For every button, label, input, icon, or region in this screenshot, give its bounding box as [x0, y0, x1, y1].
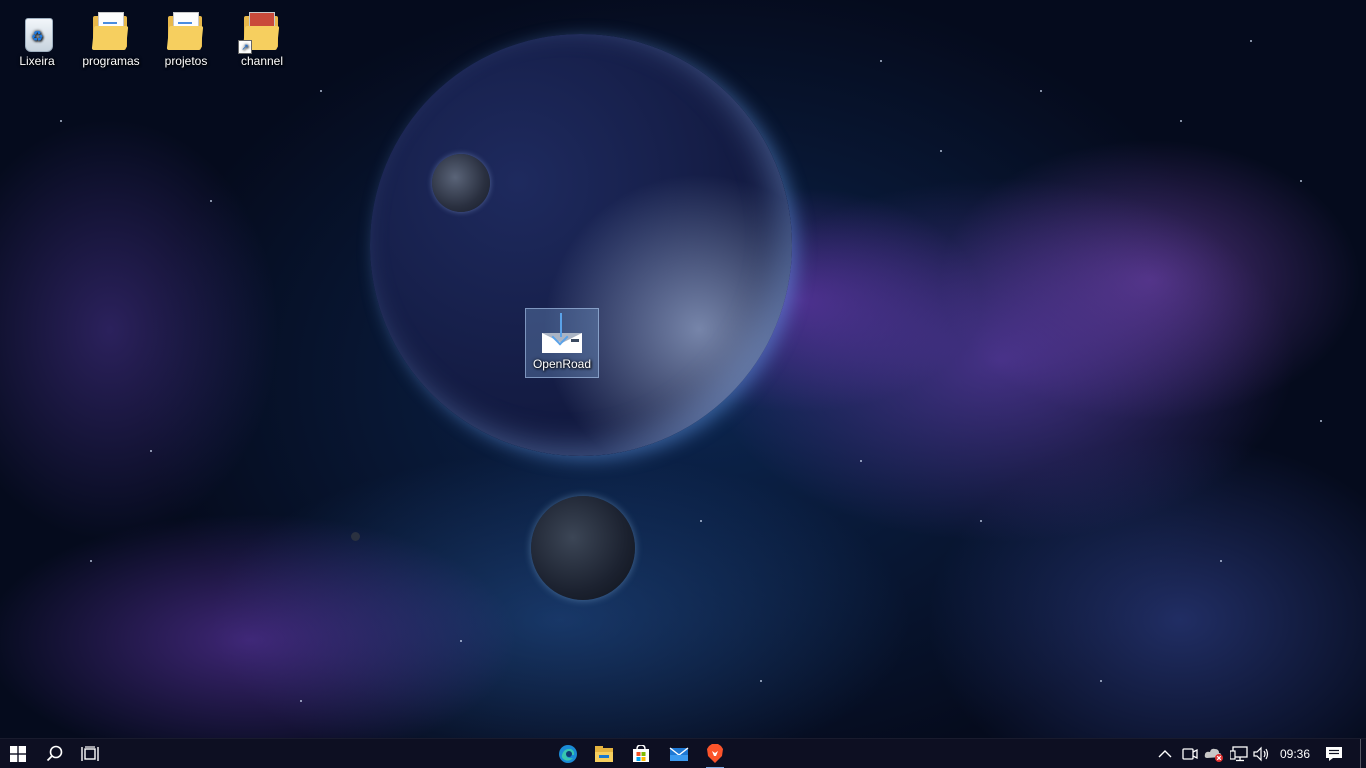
show-hidden-icons-button[interactable] — [1153, 739, 1177, 768]
shortcut-arrow-icon: ↗ — [238, 40, 252, 54]
moon-small — [432, 154, 490, 212]
edge-icon — [559, 745, 577, 763]
download-envelope-icon — [539, 313, 585, 357]
start-button[interactable] — [0, 739, 36, 768]
desktop-icon-programas[interactable]: programas — [75, 4, 147, 74]
speaker-icon — [1253, 746, 1269, 762]
network-icon — [1230, 746, 1248, 762]
search-button[interactable] — [38, 739, 72, 768]
chevron-up-icon — [1158, 750, 1172, 758]
tray-clock[interactable]: 09:36 — [1274, 739, 1316, 768]
clock-time: 09:36 — [1279, 747, 1311, 761]
camera-icon — [1182, 748, 1198, 760]
brave-browser-icon — [707, 744, 723, 763]
search-icon — [46, 745, 63, 762]
file-explorer-icon — [595, 746, 613, 762]
tray-volume[interactable] — [1251, 739, 1273, 768]
moon-medium — [531, 496, 635, 600]
tray-meet-now[interactable] — [1178, 739, 1202, 768]
desktop-icon-openroad[interactable]: OpenRoad — [525, 308, 599, 378]
show-desktop-button[interactable] — [1360, 739, 1361, 768]
taskbar-app-brave[interactable] — [698, 739, 732, 768]
planet-large — [370, 34, 792, 456]
folder-shortcut-icon: ↗ — [238, 10, 282, 54]
action-center-button[interactable] — [1318, 739, 1350, 768]
desktop-icon-channel[interactable]: ↗ channel — [226, 4, 298, 74]
taskbar: 09:36 — [0, 738, 1366, 768]
desktop-icon-label: Lixeira — [19, 54, 55, 68]
taskbar-app-mail[interactable] — [660, 739, 698, 768]
taskbar-app-edge[interactable] — [550, 739, 586, 768]
recycle-bin-icon: ♻ — [17, 10, 57, 52]
desktop-icon-label: programas — [82, 54, 140, 68]
notifications-icon — [1326, 747, 1342, 761]
desktop-icon-label: projetos — [164, 54, 208, 68]
taskbar-app-store[interactable] — [622, 739, 660, 768]
task-view-icon — [81, 746, 99, 761]
moon-tiny — [351, 532, 360, 541]
folder-icon — [166, 10, 206, 52]
desktop-icon-label: OpenRoad — [532, 357, 592, 371]
task-view-button[interactable] — [72, 739, 108, 768]
tray-network[interactable] — [1227, 739, 1251, 768]
folder-icon — [91, 10, 131, 52]
windows-logo-icon — [10, 746, 26, 762]
microsoft-store-icon — [633, 745, 649, 762]
cloud-error-icon — [1204, 748, 1223, 762]
desktop-icon-label: channel — [240, 54, 284, 68]
desktop-icon-projetos[interactable]: projetos — [150, 4, 222, 74]
tray-onedrive[interactable] — [1202, 739, 1226, 768]
taskbar-app-file-explorer[interactable] — [586, 739, 622, 768]
desktop-icon-recycle-bin[interactable]: ♻ Lixeira — [1, 4, 73, 74]
mail-icon — [669, 747, 689, 761]
desktop-wallpaper — [0, 0, 1366, 738]
